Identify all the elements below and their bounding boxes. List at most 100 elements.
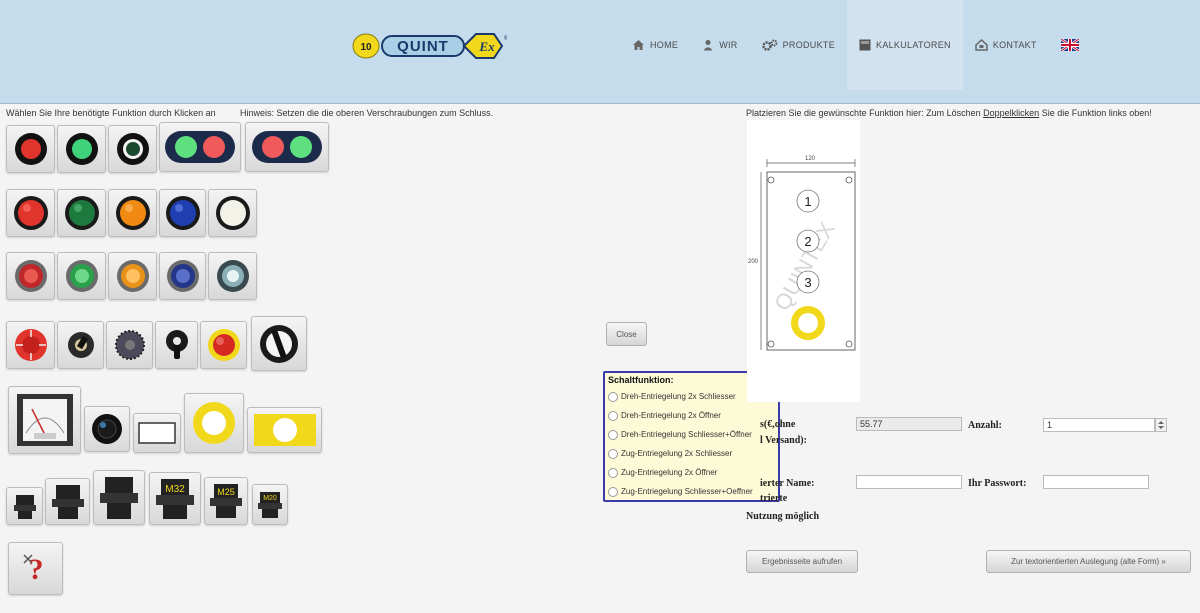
rotary-switch-icon xyxy=(114,330,145,360)
switch-option[interactable]: Dreh-Entriegelung 2x Öffner xyxy=(608,406,775,425)
switch-option[interactable]: Dreh-Entriegelung Schliesser+Öffner xyxy=(608,425,775,444)
radio-button[interactable] xyxy=(608,486,618,497)
cable-gland-m32-tile[interactable]: M32 xyxy=(149,472,201,525)
switch-option[interactable]: Zug-Entriegelung 2x Schliesser xyxy=(608,444,775,463)
meter-icon xyxy=(16,394,73,446)
cable-gland-tile[interactable] xyxy=(93,470,145,525)
flush-orange-tile[interactable] xyxy=(108,252,157,300)
black-knob-tile[interactable] xyxy=(84,406,130,452)
indicator-white-tile[interactable] xyxy=(108,125,157,173)
double-indicator-green-red-tile[interactable] xyxy=(159,122,241,172)
placed-yellow-ring-center xyxy=(798,313,818,333)
contact-icon xyxy=(975,39,988,51)
flush-green-icon xyxy=(65,260,98,292)
cable-gland-m25-tile[interactable]: M25 xyxy=(204,477,248,525)
switch-option[interactable]: Zug-Entriegelung 2x Öffner xyxy=(608,463,775,482)
key-switch-icon xyxy=(67,332,94,358)
flush-illuminated-tile[interactable] xyxy=(208,252,257,300)
results-page-button[interactable]: Ergebnisseite aufrufen xyxy=(746,550,858,573)
header: 10 QUINT Ex ® HOME WIR PRODUKTE KALKULAT… xyxy=(0,0,1200,104)
position-slot-label: 2 xyxy=(804,234,811,249)
flush-blue-tile[interactable] xyxy=(159,252,206,300)
label-plate-icon xyxy=(138,422,176,444)
logo-badge: 10 xyxy=(360,42,372,53)
button-blue-tile[interactable] xyxy=(159,189,206,237)
height-dimension-label: 200 xyxy=(748,259,759,265)
hint-place: Platzieren Sie die gewünschte Funktion h… xyxy=(746,108,1152,118)
rotary-switch-tile[interactable] xyxy=(106,321,153,369)
option-label: Zug-Entriegelung Schliesser+Oeffner xyxy=(621,487,753,496)
cable-gland-icon: M20 xyxy=(258,491,282,518)
cable-gland-icon: M32 xyxy=(156,478,194,519)
cable-gland-tile[interactable] xyxy=(6,487,43,525)
cable-gland-icon xyxy=(100,476,138,519)
gland-size-label: M25 xyxy=(217,487,235,497)
double-indicator-red-green-tile[interactable] xyxy=(245,122,329,172)
price-label-line2: l Versand): xyxy=(760,435,807,446)
radio-button[interactable] xyxy=(608,448,618,459)
radio-button[interactable] xyxy=(608,410,618,421)
label-plate-tile[interactable] xyxy=(133,413,181,453)
indicator-white-icon xyxy=(116,133,149,165)
flush-illuminated-icon xyxy=(216,260,249,292)
indicator-green-tile[interactable] xyxy=(57,125,106,173)
password-input[interactable] xyxy=(1043,475,1149,489)
nav-wir[interactable]: WIR xyxy=(690,0,749,90)
quantity-input[interactable] xyxy=(1043,418,1155,432)
button-green-tile[interactable] xyxy=(57,189,106,237)
nav-language[interactable] xyxy=(1049,0,1096,90)
uk-flag-icon[interactable] xyxy=(1060,39,1079,51)
price-field[interactable] xyxy=(856,417,962,431)
button-orange-tile[interactable] xyxy=(108,189,157,237)
nav-kontakt[interactable]: KONTAKT xyxy=(963,0,1049,90)
cable-gland-icon xyxy=(13,495,36,519)
button-white-tile[interactable] xyxy=(208,189,257,237)
registered-note-line2: Nutzung möglich xyxy=(746,511,820,522)
meter-tile[interactable] xyxy=(8,386,81,454)
option-label: Zug-Entriegelung 2x Öffner xyxy=(621,468,718,477)
person-icon xyxy=(703,40,713,51)
nav-home[interactable]: HOME xyxy=(620,0,690,90)
help-tile[interactable]: ? xyxy=(8,542,63,595)
switch-option[interactable]: Zug-Entriegelung Schliesser+Oeffner xyxy=(608,482,775,501)
mushroom-button-tile[interactable] xyxy=(200,321,247,369)
indicator-red-icon xyxy=(14,133,47,165)
position-slot-label: 1 xyxy=(804,194,811,209)
quantity-label: Anzahl: xyxy=(968,420,1002,431)
emergency-stop-tile[interactable] xyxy=(6,321,55,369)
key-switch-tile[interactable] xyxy=(57,321,104,369)
selector-handle-icon xyxy=(165,330,188,359)
username-input[interactable] xyxy=(856,475,962,489)
hint-select: Wählen Sie Ihre benötigte Funktion durch… xyxy=(6,108,216,118)
cable-gland-icon: M25 xyxy=(210,484,242,518)
username-label: ierter Name: xyxy=(760,478,815,489)
yellow-plate-tile[interactable] xyxy=(247,407,322,453)
flush-red-icon xyxy=(14,260,47,292)
nav-kontakt-label: KONTAKT xyxy=(992,40,1037,50)
cable-gland-tile[interactable] xyxy=(45,478,90,525)
enclosure-drop-area[interactable]: 120 200 QUINTEX 1 2 3 xyxy=(747,120,860,402)
flush-green-tile[interactable] xyxy=(57,252,106,300)
password-label: Ihr Passwort: xyxy=(968,478,1027,489)
cable-gland-m20-tile[interactable]: M20 xyxy=(252,484,288,525)
quintex-logo[interactable]: 10 QUINT Ex ® xyxy=(352,32,507,60)
gland-size-label: M32 xyxy=(165,484,185,495)
yellow-ring-tile[interactable] xyxy=(184,393,244,453)
indicator-red-tile[interactable] xyxy=(6,125,55,173)
text-mode-button[interactable]: Zur textorientierten Auslegung (alte For… xyxy=(986,550,1191,573)
nav-produkte[interactable]: PRODUKTE xyxy=(750,0,847,90)
flush-red-tile[interactable] xyxy=(6,252,55,300)
close-button[interactable]: Close xyxy=(606,322,647,346)
radio-button[interactable] xyxy=(608,429,618,440)
nav-produkte-label: PRODUKTE xyxy=(782,40,836,50)
button-red-tile[interactable] xyxy=(6,189,55,237)
selector-handle-tile[interactable] xyxy=(155,321,198,369)
option-label: Dreh-Entriegelung 2x Öffner xyxy=(621,411,721,420)
cable-gland-icon xyxy=(51,484,84,519)
hint-doubleclick-link[interactable]: Doppelklicken xyxy=(983,108,1039,118)
main-switch-tile[interactable] xyxy=(251,316,307,371)
quantity-stepper[interactable] xyxy=(1155,418,1167,432)
radio-button[interactable] xyxy=(608,391,618,402)
radio-button[interactable] xyxy=(608,467,618,478)
nav-kalkulatoren[interactable]: KALKULATOREN xyxy=(847,0,963,90)
